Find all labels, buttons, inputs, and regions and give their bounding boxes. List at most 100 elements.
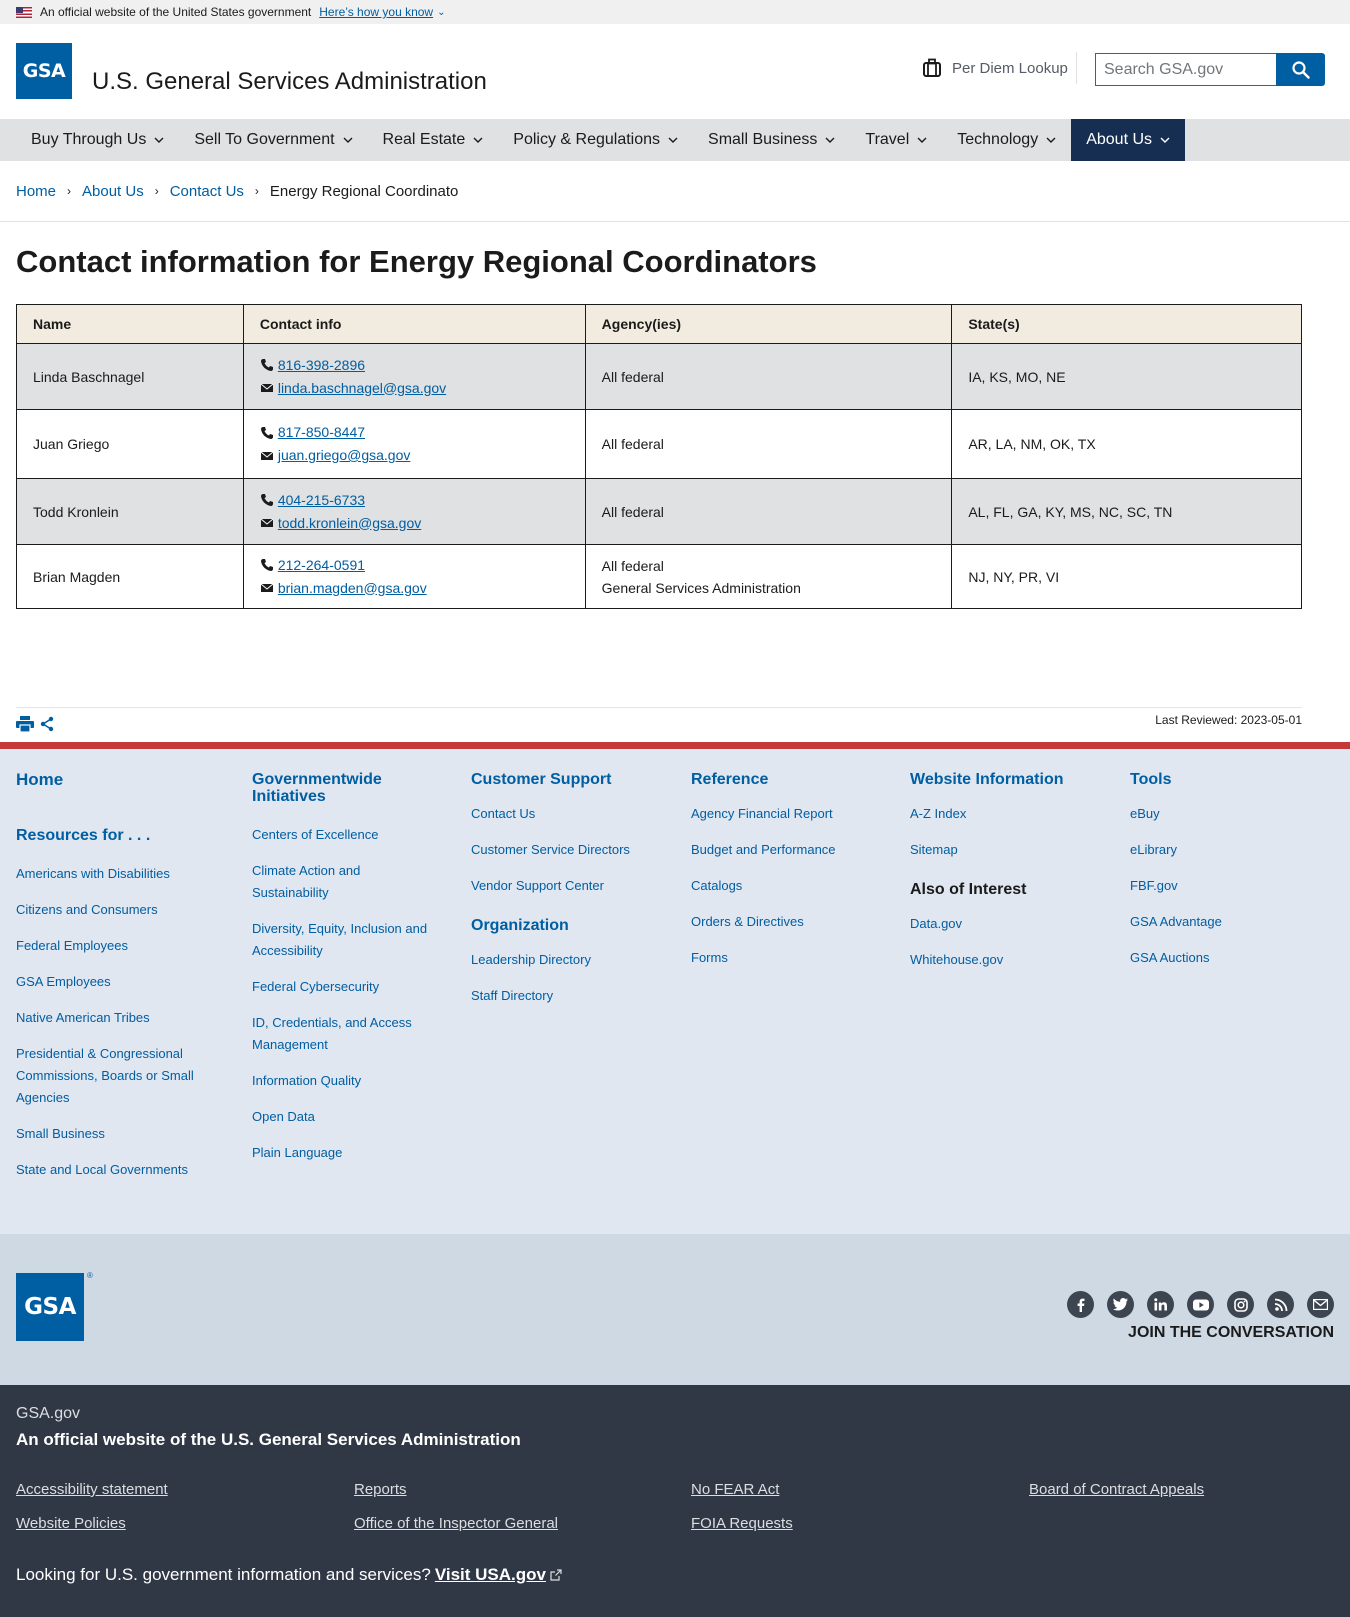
footer-link[interactable]: Vendor Support Center xyxy=(471,875,671,897)
per-diem-lookup-link[interactable]: Per Diem Lookup xyxy=(922,58,1068,78)
twitter-icon[interactable] xyxy=(1107,1291,1134,1318)
search-form xyxy=(1095,53,1325,86)
join-the-conversation: JOIN THE CONVERSATION xyxy=(1128,1324,1334,1341)
footer-link[interactable]: eBuy xyxy=(1130,803,1330,825)
nav-about-us[interactable]: About Us xyxy=(1071,119,1186,161)
nav-travel[interactable]: Travel xyxy=(850,119,942,161)
youtube-icon[interactable] xyxy=(1187,1291,1214,1318)
footer-link[interactable]: GSA Advantage xyxy=(1130,911,1330,933)
nav-small-business[interactable]: Small Business xyxy=(693,119,850,161)
footer-home-link[interactable]: Home xyxy=(16,771,221,788)
footer-link[interactable]: Plain Language xyxy=(252,1142,442,1164)
footer-heading: Website Information xyxy=(910,771,1064,788)
states-cell: AL, FL, GA, KY, MS, NC, SC, TN xyxy=(951,478,1302,545)
nav-sell-to-government[interactable]: Sell To Government xyxy=(179,119,367,161)
footer-link[interactable]: Staff Directory xyxy=(471,985,671,1007)
column-header-agencies: Agency(ies) xyxy=(584,304,953,344)
footer-link[interactable]: Leadership Directory xyxy=(471,949,671,971)
nav-technology[interactable]: Technology xyxy=(942,119,1071,161)
phone-link[interactable]: 212-264-0591 xyxy=(278,554,365,577)
linkedin-icon[interactable] xyxy=(1147,1291,1174,1318)
foia-requests-link[interactable]: FOIA Requests xyxy=(691,1515,793,1532)
footer-link[interactable]: Budget and Performance xyxy=(691,839,891,861)
footer-link[interactable]: Centers of Excellence xyxy=(252,824,442,846)
website-policies-link[interactable]: Website Policies xyxy=(16,1515,126,1532)
inspector-general-link[interactable]: Office of the Inspector General xyxy=(354,1515,558,1532)
agency-text: All federal xyxy=(601,503,664,520)
table-row: Juan Griego 817-850-8447 juan.griego@gsa… xyxy=(16,409,1302,479)
footer-link[interactable]: eLibrary xyxy=(1130,839,1330,861)
footer-link[interactable]: A-Z Index xyxy=(910,803,1110,825)
breadcrumb-contact-us[interactable]: Contact Us xyxy=(170,183,244,200)
footer-link[interactable]: Information Quality xyxy=(252,1070,442,1092)
phone-icon xyxy=(260,494,273,506)
print-icon[interactable] xyxy=(16,716,34,736)
gsa-footer-logo[interactable]: GSA xyxy=(16,1273,84,1341)
search-input[interactable] xyxy=(1095,53,1276,86)
footer-link[interactable]: Diversity, Equity, Inclusion and Accessi… xyxy=(252,918,442,962)
footer-link[interactable]: GSA Employees xyxy=(16,971,221,993)
email-link[interactable]: brian.magden@gsa.gov xyxy=(278,577,427,600)
footer-link[interactable]: Small Business xyxy=(16,1123,221,1145)
phone-link[interactable]: 816-398-2896 xyxy=(278,354,365,377)
footer-link[interactable]: ID, Credentials, and Access Management xyxy=(252,1012,422,1056)
blog-icon[interactable] xyxy=(1267,1291,1294,1318)
usa-gov-text: Looking for U.S. government information … xyxy=(16,1565,431,1584)
nav-real-estate[interactable]: Real Estate xyxy=(368,119,499,161)
site-title[interactable]: U.S. General Services Administration xyxy=(92,68,487,96)
phone-link[interactable]: 817-850-8447 xyxy=(278,421,365,444)
usa-gov-promo: Looking for U.S. government information … xyxy=(16,1565,562,1585)
footer-link[interactable]: Presidential & Congressional Commissions… xyxy=(16,1043,221,1109)
email-link[interactable]: juan.griego@gsa.gov xyxy=(278,444,411,467)
footer-link[interactable]: Orders & Directives xyxy=(691,911,891,933)
footer-link[interactable]: Agency Financial Report xyxy=(691,803,891,825)
phone-link[interactable]: 404-215-6733 xyxy=(278,489,365,512)
gsa-logo[interactable]: GSA xyxy=(16,43,72,99)
column-header-name: Name xyxy=(16,304,244,344)
email-icon[interactable] xyxy=(1307,1291,1334,1318)
no-fear-act-link[interactable]: No FEAR Act xyxy=(691,1481,779,1498)
footer-link[interactable]: Contact Us xyxy=(471,803,671,825)
footer-heading: Reference xyxy=(691,771,769,788)
email-link[interactable]: linda.baschnagel@gsa.gov xyxy=(278,377,446,400)
facebook-icon[interactable] xyxy=(1067,1291,1094,1318)
share-icon[interactable] xyxy=(40,716,54,736)
accessibility-statement-link[interactable]: Accessibility statement xyxy=(16,1481,168,1498)
chevron-down-icon[interactable]: ⌄ xyxy=(437,7,445,18)
header-divider xyxy=(1076,52,1077,84)
footer-link[interactable]: Native American Tribes xyxy=(16,1007,221,1029)
footer-link[interactable]: Whitehouse.gov xyxy=(910,949,1110,971)
footer-link[interactable]: Open Data xyxy=(252,1106,442,1128)
footer-link[interactable]: Climate Action and Sustainability xyxy=(252,860,382,904)
chevron-down-icon xyxy=(917,137,927,143)
footer-link[interactable]: Americans with Disabilities xyxy=(16,863,221,885)
heres-how-you-know-link[interactable]: Here’s how you know xyxy=(319,5,433,19)
agency-text: All federal xyxy=(601,557,664,574)
footer-link[interactable]: Federal Cybersecurity xyxy=(252,976,442,998)
search-button[interactable] xyxy=(1276,53,1325,86)
chevron-down-icon xyxy=(473,137,483,143)
footer-link[interactable]: Forms xyxy=(691,947,891,969)
footer-link[interactable]: Federal Employees xyxy=(16,935,221,957)
breadcrumb-home[interactable]: Home xyxy=(16,183,56,200)
email-link[interactable]: todd.kronlein@gsa.gov xyxy=(278,512,421,535)
footer-link[interactable]: State and Local Governments xyxy=(16,1159,221,1181)
footer-link[interactable]: Catalogs xyxy=(691,875,891,897)
instagram-icon[interactable] xyxy=(1227,1291,1254,1318)
footer-identity: GSA.gov An official website of the U.S. … xyxy=(0,1385,1350,1617)
footer-link[interactable]: Data.gov xyxy=(910,913,1110,935)
board-of-contract-appeals-link[interactable]: Board of Contract Appeals xyxy=(1029,1481,1204,1498)
nav-policy-regulations[interactable]: Policy & Regulations xyxy=(498,119,693,161)
breadcrumb-about-us[interactable]: About Us xyxy=(82,183,144,200)
footer-link[interactable]: Customer Service Directors xyxy=(471,839,671,861)
footer-link[interactable]: FBF.gov xyxy=(1130,875,1330,897)
reports-link[interactable]: Reports xyxy=(354,1481,407,1498)
footer-link[interactable]: Citizens and Consumers xyxy=(16,899,221,921)
nav-buy-through-us[interactable]: Buy Through Us xyxy=(16,119,179,161)
contacts-table: Name Contact info Agency(ies) State(s) L… xyxy=(16,304,1302,609)
footer-link[interactable]: GSA Auctions xyxy=(1130,947,1330,969)
footer-link[interactable]: Sitemap xyxy=(910,839,1110,861)
identity-official-text: An official website of the U.S. General … xyxy=(16,1430,521,1449)
visit-usa-gov-link[interactable]: Visit USA.gov xyxy=(435,1565,546,1585)
contact-info-cell: 404-215-6733 todd.kronlein@gsa.gov xyxy=(242,478,586,545)
